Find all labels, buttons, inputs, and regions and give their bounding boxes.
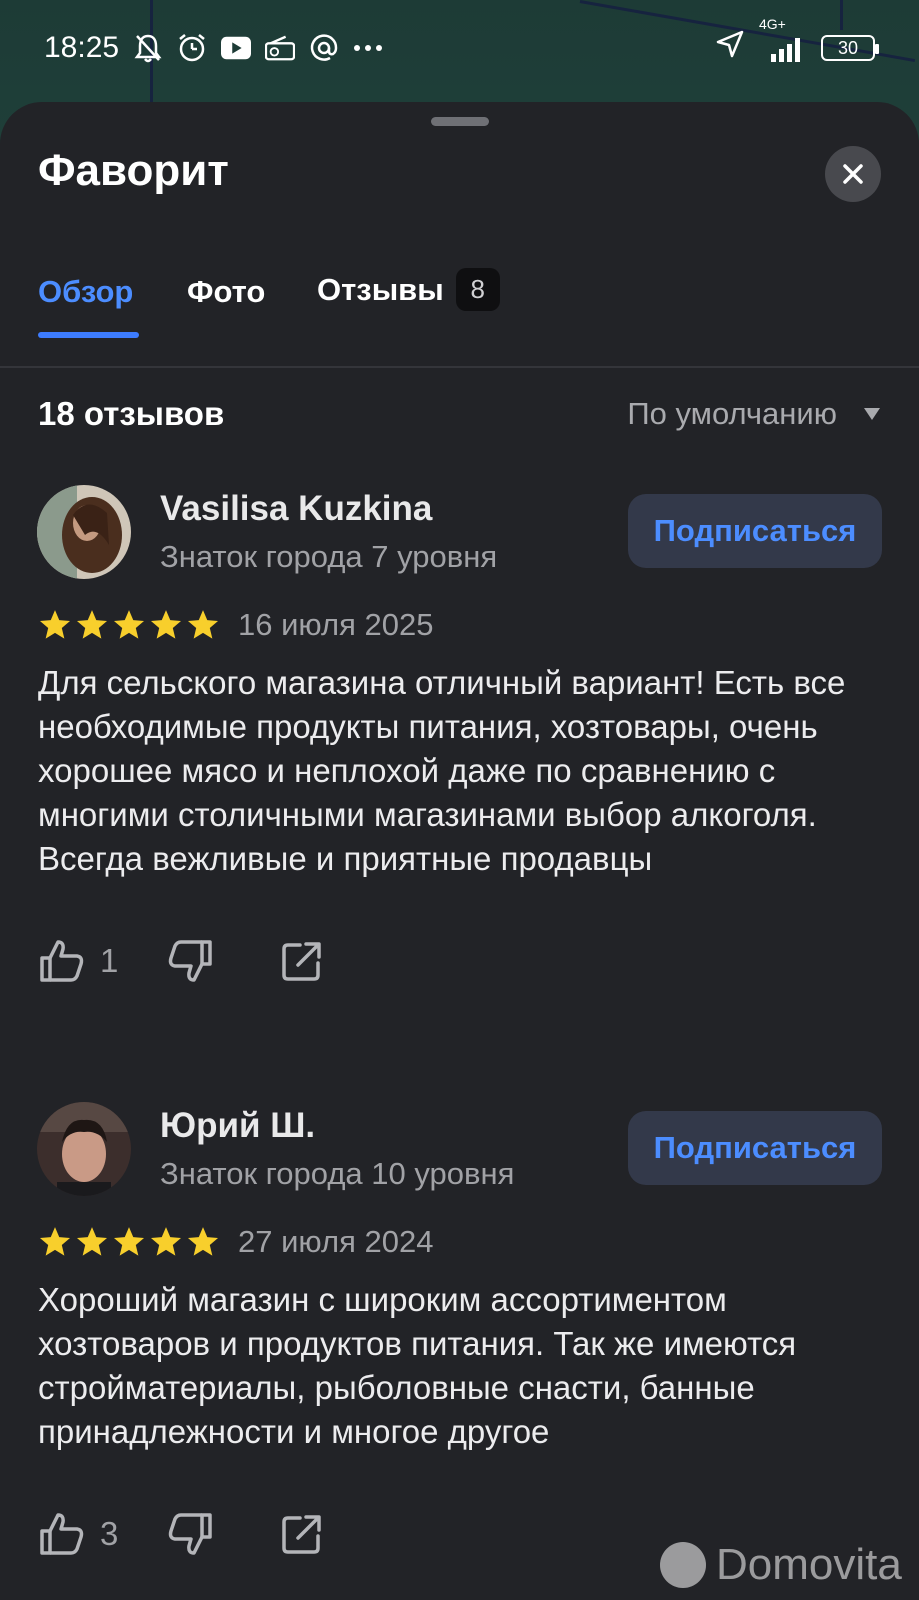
- avatar[interactable]: [37, 485, 131, 579]
- watermark: Domovita: [660, 1540, 902, 1590]
- network-type: 4G+: [759, 16, 786, 32]
- battery-level: 30: [837, 37, 859, 58]
- sort-label: По умолчанию: [627, 396, 837, 431]
- tab-active-indicator: [38, 332, 139, 338]
- status-bar: 18:25 4G+ 30: [0, 0, 919, 96]
- sheet-drag-handle[interactable]: [431, 117, 489, 126]
- more-icon: [353, 33, 383, 63]
- triangle-down-icon: [864, 408, 880, 420]
- tab-photos-label: Фото: [187, 274, 266, 309]
- reviews-header: 18 отзывов По умолчанию: [38, 384, 881, 444]
- share-icon: [282, 1515, 322, 1554]
- review-actions: 1: [38, 937, 324, 985]
- tab-bar: Обзор Фото Отзывы 8: [0, 254, 919, 368]
- like-button[interactable]: 1: [38, 937, 118, 985]
- like-count: 3: [100, 1515, 119, 1552]
- alarm-icon: [177, 33, 207, 63]
- review-text: Хороший магазин с широким ассортиментом …: [38, 1281, 797, 1450]
- avatar[interactable]: [37, 1102, 131, 1196]
- place-card-sheet: Фаворит Обзор Фото Отзывы 8 18 отзывов П…: [0, 102, 919, 1600]
- tab-overview-label: Обзор: [38, 274, 134, 309]
- battery-icon: 30: [821, 35, 879, 61]
- star-icon: [187, 1227, 219, 1256]
- thumbs-up-icon: [40, 1513, 84, 1555]
- like-count: 1: [100, 942, 119, 979]
- reviews-count-badge: 8: [455, 268, 500, 311]
- like-button[interactable]: 3: [38, 1510, 118, 1558]
- star-icon: [39, 610, 71, 639]
- at-sign-icon: [309, 33, 339, 63]
- dislike-button[interactable]: [166, 937, 214, 985]
- system-icons: 4G+ 30: [715, 16, 879, 67]
- share-button[interactable]: [280, 1512, 324, 1556]
- star-icon: [76, 1227, 108, 1256]
- reviews-count: 18 отзывов: [38, 395, 225, 432]
- author-name[interactable]: Юрий Ш.: [160, 1106, 315, 1146]
- tab-reviews[interactable]: Отзывы 8: [317, 268, 500, 311]
- review-actions: 3: [38, 1510, 324, 1558]
- review-text: Для сельского магазина отличный вариант!…: [38, 664, 846, 877]
- dislike-button[interactable]: [166, 1510, 214, 1558]
- tab-reviews-label: Отзывы: [317, 271, 444, 307]
- tab-photos[interactable]: Фото: [187, 274, 265, 310]
- star-rating: [38, 1225, 220, 1259]
- author-name[interactable]: Vasilisa Kuzkina: [160, 489, 432, 529]
- thumbs-up-icon: [40, 940, 84, 982]
- rating-row: 27 июля 2024: [38, 1224, 433, 1260]
- review-date: 16 июля 2025: [238, 607, 434, 642]
- share-button[interactable]: [280, 939, 324, 983]
- bell-off-icon: [133, 33, 163, 63]
- review-item: Юрий Ш. Знаток города 10 уровня Подписат…: [0, 1102, 919, 1600]
- status-time: 18:25: [44, 31, 120, 64]
- star-icon: [113, 1227, 145, 1256]
- star-rating: [38, 608, 220, 642]
- thumbs-down-icon: [169, 940, 213, 982]
- star-icon: [39, 1227, 71, 1256]
- location-arrow-icon: [715, 29, 745, 67]
- signal-icon: 4G+: [759, 16, 807, 62]
- share-icon: [282, 942, 322, 981]
- star-icon: [150, 1227, 182, 1256]
- star-icon: [150, 610, 182, 639]
- star-icon: [187, 610, 219, 639]
- close-button[interactable]: [825, 146, 881, 202]
- close-icon: [843, 164, 863, 184]
- place-title: Фаворит: [38, 146, 229, 195]
- star-icon: [76, 610, 108, 639]
- notification-icons: [133, 33, 383, 63]
- sort-dropdown[interactable]: По умолчанию: [627, 396, 881, 432]
- watermark-logo-icon: [660, 1542, 706, 1588]
- author-level: Знаток города 7 уровня: [160, 539, 498, 574]
- review-item: Vasilisa Kuzkina Знаток города 7 уровня …: [0, 485, 919, 1045]
- author-level: Знаток города 10 уровня: [160, 1156, 515, 1191]
- subscribe-button[interactable]: Подписаться: [628, 494, 882, 568]
- watermark-text: Domovita: [716, 1540, 902, 1589]
- review-date: 27 июля 2024: [238, 1224, 434, 1259]
- star-icon: [113, 610, 145, 639]
- thumbs-down-icon: [169, 1513, 213, 1555]
- radio-icon: [265, 33, 296, 63]
- tab-overview[interactable]: Обзор: [38, 274, 133, 310]
- rating-row: 16 июля 2025: [38, 607, 433, 643]
- subscribe-button[interactable]: Подписаться: [628, 1111, 882, 1185]
- youtube-icon: [221, 33, 252, 63]
